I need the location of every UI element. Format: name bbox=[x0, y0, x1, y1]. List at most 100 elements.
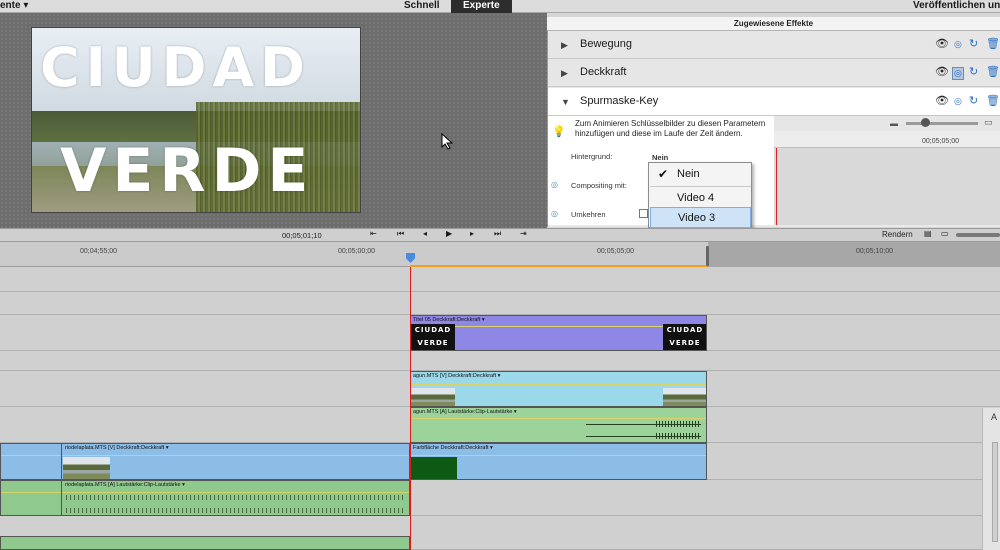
menu-left[interactable]: ente ▾ bbox=[0, 0, 28, 13]
volume-line[interactable] bbox=[411, 418, 706, 419]
clip-boundary bbox=[61, 481, 62, 515]
keyframe-stopwatch-icon[interactable]: ◎ bbox=[551, 209, 558, 218]
opacity-line[interactable] bbox=[1, 455, 409, 456]
trash-icon[interactable]: 🗑 bbox=[986, 65, 1000, 78]
mode-tab-quick[interactable]: Schnell bbox=[404, 0, 440, 13]
go-to-previous-edit-icon[interactable]: ⏮ bbox=[397, 229, 404, 239]
effect-label: Bewegung bbox=[580, 38, 632, 50]
volume-line[interactable] bbox=[1, 492, 409, 493]
audio-clip-lagun[interactable]: agun.MTS [A] Lautstärke:Clip-Lautstärke … bbox=[410, 407, 707, 443]
preview-title-line2: VERDE bbox=[60, 136, 315, 206]
option-label: Video 4 bbox=[677, 192, 715, 204]
reset-icon[interactable]: ↻ bbox=[969, 65, 978, 78]
effect-row-opacity[interactable]: ▶ Deckkraft 👁 ◎ ↻ 🗑 bbox=[548, 59, 1000, 87]
step-back-icon[interactable]: ◂ bbox=[423, 229, 427, 238]
title-clip[interactable]: Titel 05 Deckkraft:Deckkraft ▾ CIUDAD VER… bbox=[410, 315, 707, 351]
clip-thumbnail bbox=[663, 388, 706, 406]
eye-icon[interactable]: 👁 bbox=[935, 37, 949, 50]
trash-icon[interactable]: 🗑 bbox=[986, 94, 1000, 107]
preview-title-line1: CIUDAD bbox=[40, 36, 312, 99]
keyframe-track[interactable] bbox=[774, 148, 1000, 225]
zoom-out-icon[interactable]: ▬ bbox=[890, 119, 898, 128]
effect-row-track-matte-key[interactable]: ▼ Spurmaske-Key 👁 ◎ ↻ 🗑 bbox=[548, 88, 1000, 116]
dropdown-option-none[interactable]: ✔ Nein bbox=[650, 164, 751, 185]
mode-tab-expert[interactable]: Experte bbox=[451, 0, 512, 13]
clip-boundary bbox=[61, 444, 62, 479]
dropdown-option-video4[interactable]: Video 4 bbox=[650, 188, 751, 209]
audio-clip-riodelaplata[interactable]: riodelaplata.MTS [A] Lautstärke:Clip-Lau… bbox=[0, 480, 410, 516]
clip-header: agun.MTS [A] Lautstärke:Clip-Lautstärke … bbox=[413, 409, 517, 415]
current-timecode: 00;05;01;10 bbox=[282, 231, 322, 240]
title-thumbnail: CIUDAD VERDE bbox=[663, 324, 706, 350]
waveform bbox=[66, 508, 406, 513]
clip-header: riodelaplata.MTS [A] Lautstärke:Clip-Lau… bbox=[65, 482, 185, 488]
timeline-options-icon[interactable]: ▤ bbox=[924, 229, 932, 238]
reset-icon[interactable]: ↻ bbox=[969, 37, 978, 50]
option-label: Nein bbox=[677, 168, 700, 180]
param-background-label: Hintergrund: bbox=[571, 152, 613, 161]
mouse-cursor-icon bbox=[441, 133, 453, 150]
step-forward-icon[interactable]: ▸ bbox=[470, 229, 474, 238]
opacity-line[interactable] bbox=[411, 455, 706, 456]
audio-clip-partial[interactable] bbox=[0, 536, 410, 550]
top-bar: ente ▾ Schnell Experte Veröffentlichen u… bbox=[0, 0, 1000, 13]
keyframe-toggle-icon[interactable]: ◎ bbox=[952, 67, 964, 80]
clip-header: agun.MTS [V] Deckkraft:Deckkraft ▾ bbox=[413, 373, 501, 379]
video-preview[interactable]: CIUDAD VERDE bbox=[31, 27, 361, 213]
matte-dropdown-list: ✔ Nein Video 4 Video 3 bbox=[648, 162, 752, 228]
scrollbar[interactable] bbox=[992, 442, 998, 542]
opacity-line[interactable] bbox=[411, 384, 706, 385]
reset-icon[interactable]: ↻ bbox=[969, 94, 978, 107]
track-lane bbox=[0, 267, 1000, 292]
go-to-out-icon[interactable]: ⇥ bbox=[520, 229, 527, 238]
clip-thumbnail bbox=[63, 457, 110, 479]
keyframe-toggle-icon[interactable]: ◎ bbox=[954, 96, 962, 107]
clip-thumbnail bbox=[411, 457, 457, 479]
waveform bbox=[66, 495, 406, 500]
keyframe-playhead bbox=[776, 148, 777, 225]
go-to-next-edit-icon[interactable]: ⏭ bbox=[494, 229, 501, 239]
collapse-arrow-icon[interactable]: ▼ bbox=[561, 97, 570, 107]
zoom-in-icon[interactable]: ▭ bbox=[984, 117, 993, 128]
zoom-slider-handle[interactable] bbox=[921, 118, 930, 127]
ruler-tick-label: 00;05;10;00 bbox=[856, 248, 893, 255]
eye-icon[interactable]: 👁 bbox=[935, 65, 949, 78]
effect-label: Spurmaske-Key bbox=[580, 95, 659, 107]
checkmark-icon: ✔ bbox=[658, 167, 669, 181]
keyframe-toggle-icon[interactable]: ◎ bbox=[954, 39, 962, 50]
keyframe-ruler bbox=[774, 131, 1000, 148]
timeline-ruler-outside-work-area bbox=[708, 242, 1000, 267]
track-lane bbox=[0, 292, 1000, 315]
expand-arrow-icon[interactable]: ▶ bbox=[561, 68, 568, 79]
effect-label: Deckkraft bbox=[580, 66, 627, 78]
work-area-end-handle[interactable] bbox=[706, 246, 709, 266]
video-clip-riodelaplata[interactable]: riodelaplata.MTS [V] Deckkraft:Deckkraft… bbox=[0, 443, 410, 480]
expand-arrow-icon[interactable]: ▶ bbox=[561, 40, 568, 51]
dropdown-divider bbox=[650, 186, 751, 187]
effect-row-motion[interactable]: ▶ Bewegung 👁 ◎ ↻ 🗑 bbox=[548, 31, 1000, 59]
option-label: Video 3 bbox=[678, 212, 716, 224]
color-matte-clip[interactable]: Farbfläche Deckkraft:Deckkraft ▾ bbox=[410, 443, 707, 480]
play-icon[interactable]: ▶ bbox=[446, 229, 452, 238]
menu-publish[interactable]: Veröffentlichen und F bbox=[913, 0, 1000, 13]
param-invert-label: Umkehren bbox=[571, 210, 606, 219]
ruler-tick-label: 00;04;55;00 bbox=[80, 248, 117, 255]
side-panel-tab[interactable]: A bbox=[991, 412, 997, 422]
keyframe-stopwatch-icon[interactable]: ◎ bbox=[551, 180, 558, 189]
zoom-slider[interactable] bbox=[906, 122, 978, 125]
go-to-in-icon[interactable]: ⇤ bbox=[370, 229, 377, 238]
dropdown-option-video3[interactable]: Video 3 bbox=[650, 207, 751, 228]
menu-left-label: ente bbox=[0, 0, 21, 11]
keyframe-hint-text: Zum Animieren Schlüsselbilder zu diesen … bbox=[575, 119, 766, 138]
param-compositing-label: Compositing mit: bbox=[571, 181, 627, 190]
param-background-value[interactable]: Nein bbox=[652, 153, 668, 162]
timeline-view-icon[interactable]: ▭ bbox=[941, 229, 949, 238]
invert-checkbox[interactable] bbox=[639, 209, 648, 218]
video-clip-lagun[interactable]: agun.MTS [V] Deckkraft:Deckkraft ▾ bbox=[410, 371, 707, 407]
keyframe-ruler-time: 00;05;05;00 bbox=[922, 138, 959, 145]
timeline-zoom-slider[interactable] bbox=[956, 233, 1000, 237]
eye-icon[interactable]: 👁 bbox=[935, 94, 949, 107]
trash-icon[interactable]: 🗑 bbox=[986, 37, 1000, 50]
render-button[interactable]: Rendern bbox=[882, 230, 913, 239]
clip-header: riodelaplata.MTS [V] Deckkraft:Deckkraft… bbox=[65, 445, 169, 451]
